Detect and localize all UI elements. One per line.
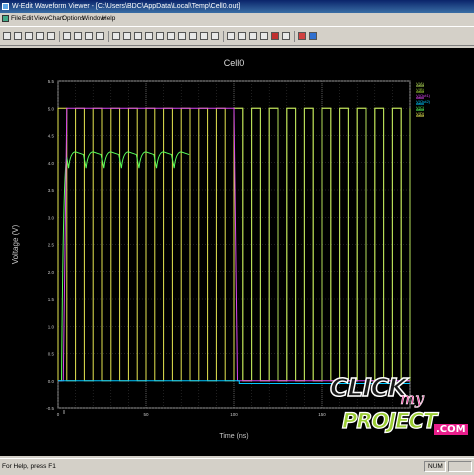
y-tick-label: 1.5 (48, 297, 55, 302)
fast-forward-icon[interactable] (282, 32, 290, 40)
new-icon[interactable] (3, 32, 11, 40)
chart-icon[interactable] (200, 32, 208, 40)
zoom-out-icon[interactable] (123, 32, 131, 40)
pause-icon[interactable] (260, 32, 268, 40)
y-tick-label: 5.0 (48, 106, 55, 111)
paste-icon[interactable] (85, 32, 93, 40)
grid-icon[interactable] (178, 32, 186, 40)
waveform-square (234, 107, 411, 382)
status-cell-blank (448, 461, 472, 472)
y-tick-label: 4.0 (48, 161, 55, 166)
watermark-logo: CLICK my PROJECT .COM (329, 372, 468, 435)
y-tick-label: 5.5 (48, 79, 55, 84)
toolbar-separator (59, 31, 60, 42)
help-icon[interactable] (309, 32, 317, 40)
y-tick-label: 3.5 (48, 188, 55, 193)
chart-title: Cell0 (224, 58, 245, 68)
status-num: NUM (428, 463, 443, 470)
copy-icon[interactable] (74, 32, 82, 40)
zoom-in-icon[interactable] (112, 32, 120, 40)
print-preview-icon[interactable] (47, 32, 55, 40)
status-bar: For Help, press F1 NUM (0, 458, 474, 475)
legend-label: V(Out1) (416, 93, 431, 98)
app-icon (2, 3, 9, 10)
y-tick-label: 2.5 (48, 243, 55, 248)
menu-view[interactable]: View (34, 13, 48, 25)
x-tick-label: 50 (143, 412, 149, 417)
y-tick-label: -0.5 (46, 406, 54, 411)
measure-icon[interactable] (167, 32, 175, 40)
expand-icon[interactable] (227, 32, 235, 40)
cut-icon[interactable] (63, 32, 71, 40)
y-tick-label: 3.0 (48, 215, 55, 220)
status-help-text: For Help, press F1 (2, 463, 56, 470)
y-tick-label: 2.0 (48, 270, 55, 275)
menu-bar: File Edit View Chart Options Window Help (0, 13, 474, 25)
cursor-icon[interactable] (156, 32, 164, 40)
menu-help[interactable]: Help (102, 13, 115, 25)
document-icon (2, 15, 9, 22)
legend-label: V(Out2) (416, 99, 431, 104)
y-tick-label: 0.0 (48, 379, 55, 384)
legend-label: V(A) (416, 81, 425, 86)
x-tick-label: 0 (57, 412, 60, 417)
zoom-fit-icon[interactable] (134, 32, 142, 40)
legend-label: V(D) (416, 111, 425, 116)
toolbar-separator (294, 31, 295, 42)
y-tick-label: 1.0 (48, 324, 55, 329)
config-icon[interactable] (298, 32, 306, 40)
legend-label: V(C) (416, 105, 425, 110)
save-icon[interactable] (25, 32, 33, 40)
legend-icon[interactable] (189, 32, 197, 40)
toolbar-separator (223, 31, 224, 42)
title-bar: W-Edit Waveform Viewer - [C:\Users\BDC\A… (0, 0, 474, 13)
print-icon[interactable] (36, 32, 44, 40)
menu-file[interactable]: File (11, 13, 21, 25)
x-tick-label: 150 (318, 412, 326, 417)
trace-icon[interactable] (211, 32, 219, 40)
rewind-icon[interactable] (238, 32, 246, 40)
toolbar-separator (108, 31, 109, 42)
menu-edit[interactable]: Edit (22, 13, 33, 25)
y-tick-label: 0.5 (48, 352, 55, 357)
pan-icon[interactable] (145, 32, 153, 40)
y-axis-label: Voltage (V) (11, 224, 20, 264)
y-tick-label: 4.5 (48, 134, 55, 139)
toolbar (0, 26, 474, 46)
window-title: W-Edit Waveform Viewer - [C:\Users\BDC\A… (12, 3, 241, 10)
x-axis-label: Time (ns) (219, 433, 248, 440)
legend-label: V(B) (416, 87, 425, 92)
undo-icon[interactable] (96, 32, 104, 40)
stop-icon[interactable] (271, 32, 279, 40)
x-tick-label: 100 (230, 412, 238, 417)
open-icon[interactable] (14, 32, 22, 40)
play-icon[interactable] (249, 32, 257, 40)
